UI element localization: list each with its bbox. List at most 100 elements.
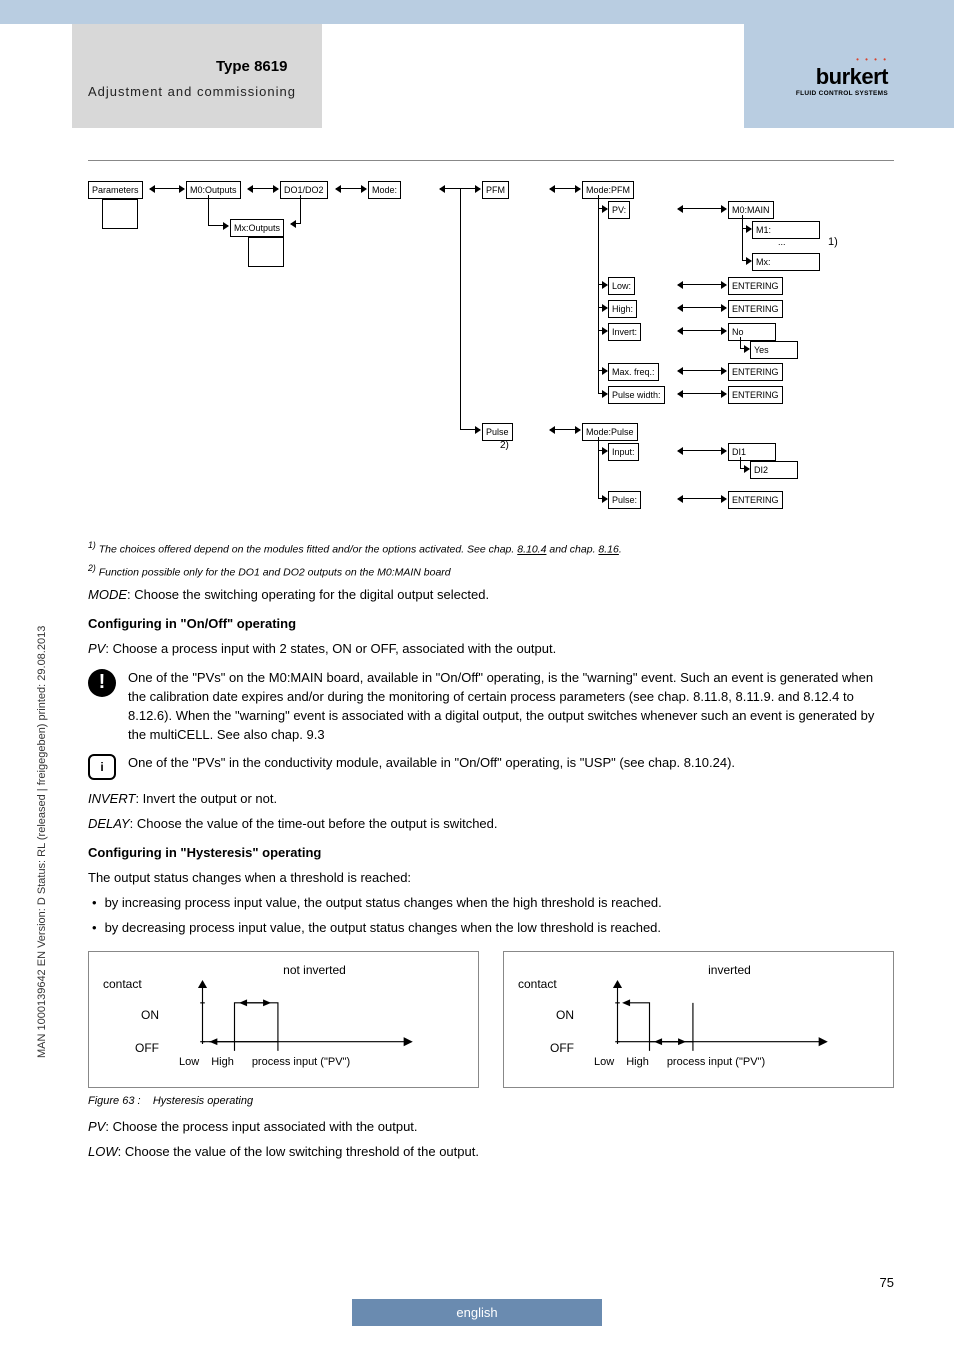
main-content: Parameters M0:Outputs Mx:Outputs DO1/DO2…	[88, 175, 894, 1168]
header-gray-block	[72, 24, 322, 128]
footnote-text: The choices offered depend on the module…	[99, 544, 515, 556]
node-invert: Invert:	[608, 323, 641, 341]
bullet-item: by increasing process input value, the o…	[88, 894, 894, 913]
param-label: PV	[88, 1119, 105, 1134]
node-mode-pulse: Mode:Pulse	[582, 423, 638, 441]
link[interactable]: 8.10.4	[517, 544, 546, 556]
param-text: : Choose the process input associated wi…	[105, 1119, 417, 1134]
text: and	[774, 689, 803, 704]
pv-line: PV: Choose a process input with 2 states…	[88, 640, 894, 659]
footnote-text: Function possible only for the DO1 and D…	[99, 566, 451, 578]
text: ,	[728, 689, 735, 704]
mode-line: MODE: Choose the switching operating for…	[88, 586, 894, 605]
logo: • • • • burkert FLUID CONTROL SYSTEMS	[796, 58, 888, 97]
page-icon	[102, 199, 138, 229]
node-entering: ENTERING	[728, 363, 783, 381]
node-pv: PV:	[608, 201, 630, 219]
header-rule	[88, 160, 894, 161]
section-hysteresis: Configuring in "Hysteresis" operating	[88, 844, 894, 863]
footnote-marker-2: 2)	[500, 439, 509, 454]
node-m1: M1:	[752, 221, 820, 239]
connector	[598, 498, 607, 499]
param-text: : Invert the output or not.	[135, 791, 277, 806]
connector	[598, 307, 607, 308]
param-label: DELAY	[88, 816, 130, 831]
page-number: 75	[880, 1275, 894, 1290]
info-note: i One of the "PVs" in the conductivity m…	[88, 754, 894, 780]
connector	[150, 188, 184, 189]
link[interactable]: 8.12.6	[128, 708, 164, 723]
footnote-sup: 1)	[88, 540, 96, 550]
connector	[291, 223, 301, 224]
header-subtitle: Adjustment and commissioning	[88, 84, 296, 99]
axis-label: contact	[103, 976, 165, 993]
node-m0main: M0:MAIN	[728, 201, 774, 219]
connector	[300, 195, 301, 223]
param-label: LOW	[88, 1144, 118, 1159]
connector	[678, 370, 726, 371]
link[interactable]: 8.11.9.	[736, 689, 775, 704]
logo-tagline: FLUID CONTROL SYSTEMS	[796, 90, 888, 97]
node-entering: ENTERING	[728, 300, 783, 318]
connector	[742, 228, 751, 229]
node-mode: Mode:	[368, 181, 401, 199]
footnote-2: 2) Function possible only for the DO1 an…	[88, 562, 894, 581]
footer-language: english	[352, 1299, 602, 1326]
connector	[678, 330, 726, 331]
connector	[678, 307, 726, 308]
node-maxfreq: Max. freq.:	[608, 363, 659, 381]
param-text: : Choose a process input with 2 states, …	[105, 641, 556, 656]
connector	[598, 284, 607, 285]
node-no: No	[728, 323, 776, 341]
figcap-text: Hysteresis operating	[153, 1095, 253, 1107]
hyst-chart	[165, 980, 464, 1060]
chart-title: inverted	[580, 962, 879, 979]
tick-label: OFF	[518, 1040, 580, 1057]
node-pulse-param: Pulse:	[608, 491, 641, 509]
node-mx-outputs: Mx:Outputs	[230, 219, 284, 237]
hysteresis-figures: contact ON OFF not inverted	[88, 951, 894, 1088]
connector	[742, 215, 743, 260]
param-label: INVERT	[88, 791, 135, 806]
param-text: : Choose the value of the low switching …	[118, 1144, 479, 1159]
info-icon: i	[88, 754, 116, 780]
logo-text: burkert	[796, 64, 888, 90]
axis-label: process input ("PV")	[667, 1055, 765, 1071]
node-low: Low:	[608, 277, 635, 295]
hyst-notinverted: contact ON OFF not inverted	[88, 951, 479, 1088]
page-header: Type 8619 Adjustment and commissioning •…	[0, 0, 954, 130]
connector	[598, 437, 599, 498]
page-icon	[248, 237, 284, 267]
pv2-line: PV: Choose the process input associated …	[88, 1118, 894, 1137]
tick-label: ON	[103, 1007, 165, 1024]
connector	[208, 195, 209, 225]
figure-caption: Figure 63 : Hysteresis operating	[88, 1094, 894, 1110]
link[interactable]: 8.12.4	[803, 689, 839, 704]
connector	[550, 188, 580, 189]
warning-text: One of the "PVs" on the M0:MAIN board, a…	[128, 669, 894, 744]
footnote-marker-1: 1)	[828, 235, 838, 251]
delay-line: DELAY: Choose the value of the time-out …	[88, 815, 894, 834]
node-parameters: Parameters	[88, 181, 143, 199]
node-do1-do2: DO1/DO2	[280, 181, 328, 199]
node-entering: ENTERING	[728, 491, 783, 509]
figcap-number: Figure 63 :	[88, 1095, 141, 1107]
bullet-item: by decreasing process input value, the o…	[88, 919, 894, 938]
connector	[598, 330, 607, 331]
link[interactable]: 8.10.24	[684, 755, 727, 770]
link[interactable]: 9.3	[307, 727, 325, 742]
text: ).	[727, 755, 735, 770]
link[interactable]: 8.11.8	[693, 689, 728, 704]
node-mx: Mx:	[752, 253, 820, 271]
node-entering: ENTERING	[728, 386, 783, 404]
connector	[248, 188, 278, 189]
low-line: LOW: Choose the value of the low switchi…	[88, 1143, 894, 1162]
connector	[336, 188, 366, 189]
connector	[678, 208, 726, 209]
hyst-intro: The output status changes when a thresho…	[88, 869, 894, 888]
footnote-sup: 2)	[88, 563, 96, 573]
connector	[678, 498, 726, 499]
link[interactable]: 8.16	[598, 544, 618, 556]
tick-label: Low	[594, 1055, 614, 1071]
connector	[598, 393, 607, 394]
